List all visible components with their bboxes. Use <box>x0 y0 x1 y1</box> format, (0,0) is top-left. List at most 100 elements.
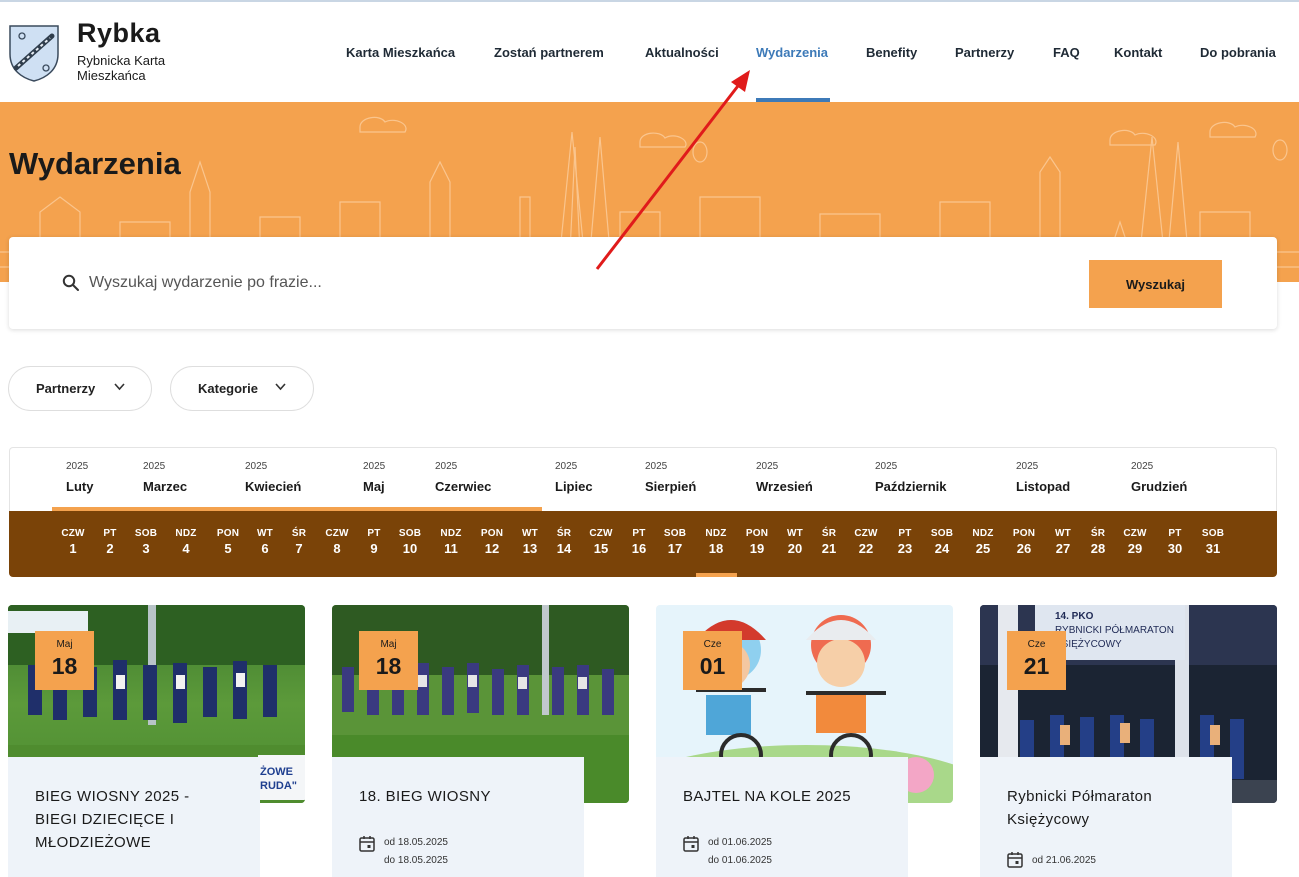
month-name: Grudzień <box>1131 479 1188 494</box>
day-17[interactable]: SOB 17 <box>655 528 695 556</box>
day-number: 23 <box>897 541 913 556</box>
logo-title[interactable]: Rybka <box>77 18 161 49</box>
day-11[interactable]: NDZ 11 <box>431 528 471 556</box>
calendar-icon <box>683 836 699 852</box>
day-8[interactable]: CZW 8 <box>317 528 357 556</box>
event-title[interactable]: Rybnicki Półmaraton Księżycowy <box>1007 785 1205 831</box>
selected-day-indicator <box>696 573 737 577</box>
month-year: 2025 <box>875 461 898 472</box>
banner-line-1: 14. PKO <box>1055 611 1094 622</box>
filter-kategorie[interactable]: Kategorie <box>170 366 314 411</box>
day-weekday: CZW <box>61 528 85 539</box>
month-tab-luty[interactable]: 2025 Luty <box>66 461 93 494</box>
month-tab-kwiecien[interactable]: 2025 Kwiecień <box>245 461 301 494</box>
day-18[interactable]: NDZ 18 <box>696 528 736 556</box>
day-weekday: PON <box>1012 528 1036 539</box>
day-number: 3 <box>142 541 150 556</box>
day-10[interactable]: SOB 10 <box>390 528 430 556</box>
day-26[interactable]: PON 26 <box>1004 528 1044 556</box>
month-tab-pazdziernik[interactable]: 2025 Październik <box>875 461 947 494</box>
month-tab-listopad[interactable]: 2025 Listopad <box>1016 461 1070 494</box>
day-5[interactable]: PON 5 <box>208 528 248 556</box>
nav-faq[interactable]: FAQ <box>1053 45 1080 60</box>
nav-wydarzenia[interactable]: Wydarzenia <box>756 45 828 60</box>
filter-partnerzy[interactable]: Partnerzy <box>8 366 152 411</box>
day-16[interactable]: PT 16 <box>619 528 659 556</box>
nav-zostan-partnerem[interactable]: Zostań partnerem <box>494 45 604 60</box>
event-card[interactable]: ŻOWE RUDA" Maj 18 BIEG WIOSNY 2025 - BIEG… <box>8 605 305 877</box>
day-number: 9 <box>370 541 378 556</box>
day-3[interactable]: SOB 3 <box>126 528 166 556</box>
day-number: 8 <box>333 541 341 556</box>
event-card[interactable]: Maj 18 18. BIEG WIOSNY od 18.05.2025 do … <box>332 605 629 877</box>
day-weekday: ŚR <box>556 528 572 539</box>
day-2[interactable]: PT 2 <box>90 528 130 556</box>
day-27[interactable]: WT 27 <box>1043 528 1083 556</box>
month-year: 2025 <box>1016 461 1039 472</box>
calendar-icon <box>359 836 375 852</box>
day-weekday: NDZ <box>972 528 994 539</box>
day-15[interactable]: CZW 15 <box>581 528 621 556</box>
city-crest-icon[interactable] <box>8 24 60 82</box>
day-number: 10 <box>402 541 418 556</box>
day-9[interactable]: PT 9 <box>354 528 394 556</box>
event-title[interactable]: BAJTEL NA KOLE 2025 <box>683 785 881 808</box>
day-weekday: PON <box>745 528 769 539</box>
day-31[interactable]: SOB 31 <box>1193 528 1233 556</box>
day-12[interactable]: PON 12 <box>472 528 512 556</box>
event-month: Maj <box>380 639 397 650</box>
search-button[interactable]: Wyszukaj <box>1089 260 1222 308</box>
day-28[interactable]: ŚR 28 <box>1078 528 1118 556</box>
event-card[interactable]: Cze 01 BAJTEL NA KOLE 2025 od 01.06.2025… <box>656 605 953 877</box>
day-weekday: PON <box>216 528 240 539</box>
event-card-body: BAJTEL NA KOLE 2025 od 01.06.2025 do 01.… <box>656 757 908 877</box>
day-4[interactable]: NDZ 4 <box>166 528 206 556</box>
day-29[interactable]: CZW 29 <box>1115 528 1155 556</box>
nav-do-pobrania[interactable]: Do pobrania <box>1200 45 1276 60</box>
day-21[interactable]: ŚR 21 <box>809 528 849 556</box>
day-weekday: SOB <box>398 528 422 539</box>
month-tab-lipiec[interactable]: 2025 Lipiec <box>555 461 593 494</box>
day-30[interactable]: PT 30 <box>1155 528 1195 556</box>
month-tab-czerwiec[interactable]: 2025 Czerwiec <box>435 461 491 494</box>
month-tab-sierpien[interactable]: 2025 Sierpień <box>645 461 696 494</box>
day-14[interactable]: ŚR 14 <box>544 528 584 556</box>
month-name: Sierpień <box>645 479 697 494</box>
nav-partnerzy[interactable]: Partnerzy <box>955 45 1014 60</box>
filter-partnerzy-label: Partnerzy <box>36 381 96 396</box>
logo-subtitle: Rybnicka Karta Mieszkańca <box>77 53 166 83</box>
site-header: Rybka Rybnicka Karta Mieszkańca Karta Mi… <box>0 2 1299 102</box>
event-title[interactable]: 18. BIEG WIOSNY <box>359 785 557 808</box>
nav-benefity[interactable]: Benefity <box>866 45 917 60</box>
day-number: 7 <box>295 541 303 556</box>
event-card[interactable]: 14. PKO RYBNICKI PÓŁMARATON KSIĘŻYCOWY C… <box>980 605 1277 877</box>
day-1[interactable]: CZW 1 <box>53 528 93 556</box>
day-24[interactable]: SOB 24 <box>922 528 962 556</box>
day-25[interactable]: NDZ 25 <box>963 528 1003 556</box>
event-title[interactable]: BIEG WIOSNY 2025 - BIEGI DZIECIĘCE I MŁO… <box>35 785 233 854</box>
day-number: 31 <box>1205 541 1221 556</box>
month-tab-grudzien[interactable]: 2025 Grudzień <box>1131 461 1187 494</box>
nav-karta-mieszkanca[interactable]: Karta Mieszkańca <box>346 45 455 60</box>
day-19[interactable]: PON 19 <box>737 528 777 556</box>
day-7[interactable]: ŚR 7 <box>279 528 319 556</box>
banner-line-2: RYBNICKI PÓŁMARATON <box>1055 623 1174 636</box>
month-tab-marzec[interactable]: 2025 Marzec <box>143 461 187 494</box>
event-date-badge: Cze 01 <box>683 631 742 690</box>
month-tab-wrzesien[interactable]: 2025 Wrzesień <box>756 461 813 494</box>
month-tab-maj[interactable]: 2025 Maj <box>363 461 385 494</box>
day-23[interactable]: PT 23 <box>885 528 925 556</box>
nav-kontakt[interactable]: Kontakt <box>1114 45 1162 60</box>
search-input[interactable] <box>89 269 989 297</box>
month-name: Marzec <box>143 479 188 494</box>
day-weekday: ŚR <box>291 528 307 539</box>
nav-aktualnosci[interactable]: Aktualności <box>645 45 719 60</box>
event-date-from: od 21.06.2025 <box>1032 855 1096 866</box>
day-weekday: PT <box>898 528 912 539</box>
day-22[interactable]: CZW 22 <box>846 528 886 556</box>
event-card-body: BIEG WIOSNY 2025 - BIEGI DZIECIĘCE I MŁO… <box>8 757 260 877</box>
day-number: 24 <box>934 541 950 556</box>
day-weekday: CZW <box>1123 528 1147 539</box>
month-year: 2025 <box>363 461 386 472</box>
month-year: 2025 <box>645 461 668 472</box>
